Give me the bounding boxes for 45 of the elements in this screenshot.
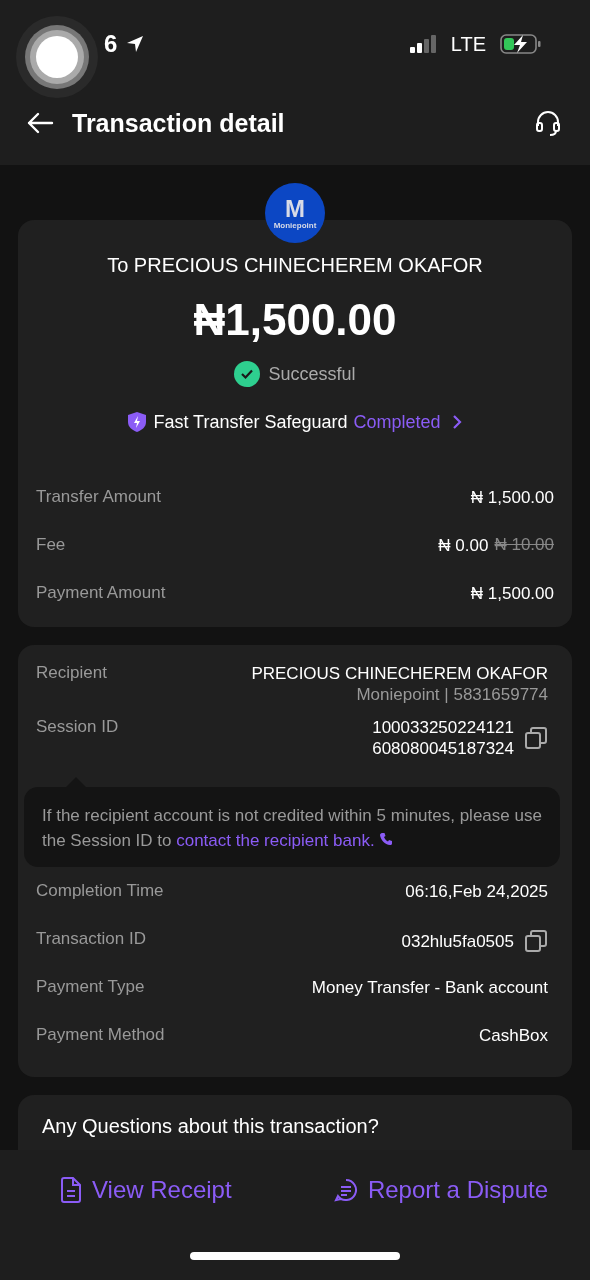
row-label: Completion Time <box>36 881 164 901</box>
row-label: Payment Type <box>36 977 145 997</box>
row-value: ₦ 1,500.00 <box>470 582 554 604</box>
original-fee: ₦ 10.00 <box>494 534 554 556</box>
row-label: Transaction ID <box>36 929 146 949</box>
page-title: Transaction detail <box>72 108 285 138</box>
row-label: Transfer Amount <box>36 487 162 507</box>
shield-icon <box>127 411 148 433</box>
chat-bubble-icon <box>333 1178 358 1202</box>
status-time: 6 <box>104 30 118 58</box>
tooltip-text: If the recipient account is not credited within 5 minutes, please use the Session ID to contact the recipient bank. <box>42 805 543 852</box>
safeguard-link[interactable]: Fast Transfer Safeguard Completed <box>127 411 463 433</box>
document-icon <box>60 1177 82 1203</box>
copy-icon[interactable] <box>524 929 548 953</box>
bank-logo: M Moniepoint <box>265 183 325 243</box>
recipient-heading: To PRECIOUS CHINECHEREM OKAFOR <box>107 254 483 277</box>
phone-icon <box>379 832 394 846</box>
copy-icon[interactable] <box>524 726 548 750</box>
battery-charging-icon <box>500 33 542 55</box>
contact-bank-link[interactable]: contact the recipient bank. <box>176 831 394 850</box>
row-label: Payment Amount <box>36 583 166 603</box>
back-arrow-icon[interactable] <box>26 112 54 134</box>
row-value: ₦ 0.00 <box>438 534 489 556</box>
status-label: Successful <box>268 363 356 385</box>
location-arrow-icon <box>125 34 146 54</box>
row-value: PRECIOUS CHINECHEREM OKAFOR <box>251 663 548 684</box>
chevron-right-icon <box>450 414 463 430</box>
row-value: 06:16,Feb 24,2025 <box>405 881 548 902</box>
questions-heading: Any Questions about this transaction? <box>42 1115 379 1137</box>
report-dispute-button[interactable]: Report a Dispute <box>333 1176 548 1204</box>
signal-icon <box>408 35 437 53</box>
row-value: 100033250224121 608080045187324 <box>371 717 514 759</box>
row-value: CashBox <box>479 1025 548 1046</box>
row-value: 032hlu5fa0505 <box>401 930 514 952</box>
row-value: Money Transfer - Bank account <box>311 977 548 998</box>
network-label: LTE <box>450 32 486 56</box>
row-label: Session ID <box>36 717 119 737</box>
row-subvalue: Moniepoint | 5831659774 <box>356 684 548 705</box>
view-receipt-button[interactable]: View Receipt <box>60 1176 232 1204</box>
row-label: Payment Method <box>36 1025 165 1045</box>
headset-icon[interactable] <box>534 109 562 137</box>
transaction-amount: ₦1,500.00 <box>193 295 397 345</box>
row-label: Recipient <box>36 663 107 683</box>
row-label: Fee <box>36 535 66 555</box>
row-value: ₦ 1,500.00 <box>470 486 554 508</box>
